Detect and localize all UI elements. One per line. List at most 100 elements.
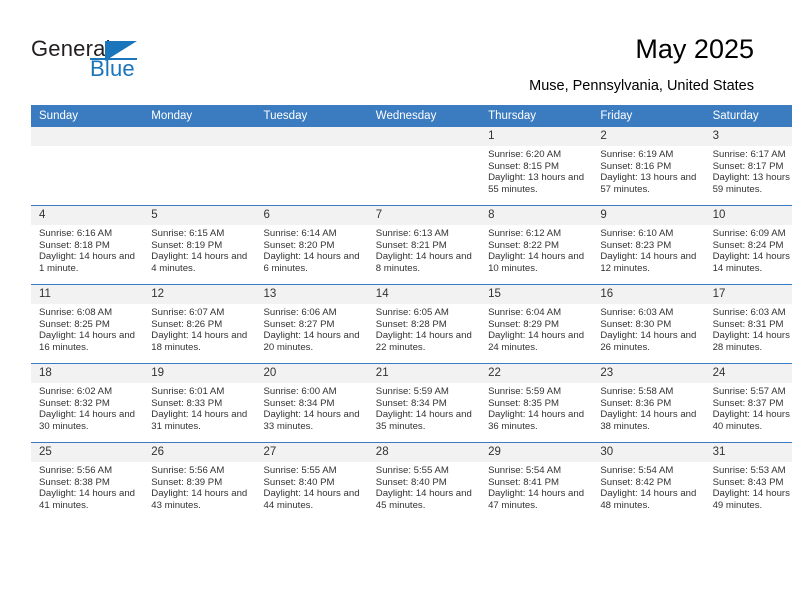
calendar-day-cell[interactable]: 26 Sunrise: 5:56 AM Sunset: 8:39 PM Dayligh… [143,442,256,521]
sunrise-text: Sunrise: 5:53 AM [712,465,786,476]
sunset-text: Sunset: 8:34 PM [263,397,335,409]
sunrise-text: Sunrise: 6:16 AM [39,228,113,239]
calendar-day-cell[interactable]: 21 Sunrise: 5:59 AM Sunset: 8:34 PM Dayligh… [367,363,481,443]
calendar-day-cell[interactable]: 30 Sunrise: 5:54 AM Sunset: 8:42 PM Dayligh… [592,442,705,521]
page-subtitle: Muse, Pennsylvania, United States [529,78,754,94]
day-details: Sunrise: 6:02 AM Sunset: 8:32 PM Daylight:… [31,383,143,432]
weekday-header-sunday: Sunday [31,105,144,127]
calendar-day-cell[interactable]: 1 Sunrise: 6:20 AM Sunset: 8:15 PM Daylight… [480,127,593,206]
sunrise-text: Sunrise: 6:09 AM [712,228,786,239]
calendar-day-cell[interactable]: 11 Sunrise: 6:08 AM Sunset: 8:25 PM Dayligh… [31,284,144,364]
calendar-day-cell[interactable]: 2 Sunrise: 6:19 AM Sunset: 8:16 PM Daylight… [592,127,705,206]
calendar-week-row: 18 Sunrise: 6:02 AM Sunset: 8:32 PM Dayligh… [31,363,792,443]
daylight-text: Daylight: 14 hours and 1 minute. [39,251,135,274]
calendar-head: Sunday Monday Tuesday Wednesday Thursday Frid… [31,105,792,127]
calendar-day-cell[interactable]: 23 Sunrise: 5:58 AM Sunset: 8:36 PM Dayligh… [592,363,705,443]
calendar-body: 1 Sunrise: 6:20 AM Sunset: 8:15 PM Daylight… [31,127,792,521]
calendar-day-cell-empty [31,127,144,206]
sunset-text: Sunset: 8:27 PM [263,318,335,330]
calendar-day-cell[interactable]: 19 Sunrise: 6:01 AM Sunset: 8:33 PM Dayligh… [143,363,256,443]
sunrise-text: Sunrise: 6:19 AM [600,149,674,160]
day-number: 26 [143,443,256,462]
calendar-day-cell[interactable]: 12 Sunrise: 6:07 AM Sunset: 8:26 PM Dayligh… [143,284,256,364]
calendar-day-cell[interactable]: 4 Sunrise: 6:16 AM Sunset: 8:18 PM Daylight… [31,205,144,285]
sunset-text: Sunset: 8:21 PM [375,239,447,251]
calendar-day-cell[interactable]: 13 Sunrise: 6:06 AM Sunset: 8:27 PM Dayligh… [255,284,368,364]
sunrise-text: Sunrise: 5:54 AM [600,465,674,476]
calendar-day-cell[interactable]: 18 Sunrise: 6:02 AM Sunset: 8:32 PM Dayligh… [31,363,144,443]
day-number: 1 [480,127,593,146]
sunset-text: Sunset: 8:25 PM [39,318,110,330]
calendar-day-cell[interactable]: 9 Sunrise: 6:10 AM Sunset: 8:23 PM Daylight… [592,205,705,285]
day-number: 13 [255,285,368,304]
day-number: 5 [143,206,256,225]
day-details: Sunrise: 5:56 AM Sunset: 8:39 PM Daylight:… [143,462,255,511]
sunset-text: Sunset: 8:28 PM [375,318,447,330]
page-title: May 2025 [635,34,754,64]
calendar-day-cell-empty [143,127,256,206]
calendar-day-cell[interactable]: 28 Sunrise: 5:55 AM Sunset: 8:40 PM Dayligh… [367,442,481,521]
sunrise-text: Sunrise: 6:03 AM [600,307,674,318]
day-details: Sunrise: 5:54 AM Sunset: 8:42 PM Daylight:… [592,462,704,511]
day-number: 23 [592,364,705,383]
day-number: 28 [367,443,481,462]
day-details: Sunrise: 5:55 AM Sunset: 8:40 PM Daylight:… [256,462,368,511]
daylight-text: Daylight: 14 hours and 48 minutes. [600,488,697,511]
calendar-day-cell[interactable]: 14 Sunrise: 6:05 AM Sunset: 8:28 PM Dayligh… [367,284,481,364]
day-number: 4 [31,206,144,225]
sunset-text: Sunset: 8:15 PM [488,160,559,172]
calendar-day-cell[interactable]: 22 Sunrise: 5:59 AM Sunset: 8:35 PM Dayligh… [480,363,593,443]
calendar-day-cell[interactable]: 8 Sunrise: 6:12 AM Sunset: 8:22 PM Daylight… [480,205,593,285]
sunset-text: Sunset: 8:29 PM [488,318,559,330]
day-number: 8 [480,206,593,225]
daylight-text: Daylight: 14 hours and 14 minutes. [712,251,792,274]
calendar-day-cell[interactable]: 3 Sunrise: 6:17 AM Sunset: 8:17 PM Daylight… [704,127,792,206]
day-number: 30 [592,443,705,462]
day-number: 20 [255,364,368,383]
day-number: 25 [31,443,144,462]
day-details: Sunrise: 6:06 AM Sunset: 8:27 PM Daylight:… [256,304,368,353]
day-details: Sunrise: 6:09 AM Sunset: 8:24 PM Daylight:… [705,225,792,274]
calendar-day-cell[interactable]: 29 Sunrise: 5:54 AM Sunset: 8:41 PM Dayligh… [480,442,593,521]
calendar-day-cell[interactable]: 17 Sunrise: 6:03 AM Sunset: 8:31 PM Dayligh… [704,284,792,364]
sunset-text: Sunset: 8:31 PM [712,318,784,330]
daylight-text: Daylight: 14 hours and 6 minutes. [263,251,360,274]
sunrise-text: Sunrise: 6:01 AM [151,386,225,397]
calendar-day-cell[interactable]: 5 Sunrise: 6:15 AM Sunset: 8:19 PM Daylight… [143,205,256,285]
day-details: Sunrise: 5:57 AM Sunset: 8:37 PM Daylight:… [705,383,792,432]
daylight-text: Daylight: 14 hours and 36 minutes. [488,409,585,432]
calendar-day-cell[interactable]: 7 Sunrise: 6:13 AM Sunset: 8:21 PM Daylight… [367,205,481,285]
daylight-text: Daylight: 14 hours and 18 minutes. [151,330,248,353]
daylight-text: Daylight: 14 hours and 33 minutes. [263,409,360,432]
sunset-text: Sunset: 8:35 PM [488,397,559,409]
daylight-text: Daylight: 14 hours and 10 minutes. [488,251,585,274]
day-details: Sunrise: 6:05 AM Sunset: 8:28 PM Daylight:… [368,304,480,353]
day-number: 19 [143,364,256,383]
day-details: Sunrise: 6:08 AM Sunset: 8:25 PM Daylight:… [31,304,143,353]
weekday-header-saturday: Saturday [704,105,792,127]
day-details: Sunrise: 6:13 AM Sunset: 8:21 PM Daylight:… [368,225,480,274]
day-details: Sunrise: 5:59 AM Sunset: 8:35 PM Daylight:… [480,383,592,432]
sunrise-text: Sunrise: 5:55 AM [375,465,449,476]
sunset-text: Sunset: 8:42 PM [600,476,672,488]
calendar-day-cell[interactable]: 27 Sunrise: 5:55 AM Sunset: 8:40 PM Dayligh… [255,442,368,521]
brand-logo[interactable]: General Blue [31,36,211,86]
calendar-day-cell[interactable]: 6 Sunrise: 6:14 AM Sunset: 8:20 PM Daylight… [255,205,368,285]
calendar-day-cell[interactable]: 16 Sunrise: 6:03 AM Sunset: 8:30 PM Dayligh… [592,284,705,364]
sunset-text: Sunset: 8:43 PM [712,476,784,488]
daylight-text: Daylight: 14 hours and 38 minutes. [600,409,697,432]
day-details: Sunrise: 6:12 AM Sunset: 8:22 PM Daylight:… [480,225,592,274]
sunrise-text: Sunrise: 6:07 AM [151,307,225,318]
day-number: 24 [704,364,792,383]
calendar-day-cell[interactable]: 10 Sunrise: 6:09 AM Sunset: 8:24 PM Dayligh… [704,205,792,285]
calendar-day-cell[interactable]: 31 Sunrise: 5:53 AM Sunset: 8:43 PM Dayligh… [704,442,792,521]
weekday-header-row: Sunday Monday Tuesday Wednesday Thursday Frid… [31,105,792,127]
calendar-day-cell[interactable]: 20 Sunrise: 6:00 AM Sunset: 8:34 PM Dayligh… [255,363,368,443]
sunset-text: Sunset: 8:40 PM [263,476,335,488]
calendar-day-cell[interactable]: 24 Sunrise: 5:57 AM Sunset: 8:37 PM Dayligh… [704,363,792,443]
calendar-day-cell[interactable]: 25 Sunrise: 5:56 AM Sunset: 8:38 PM Dayligh… [31,442,144,521]
sunrise-text: Sunrise: 6:02 AM [39,386,113,397]
calendar-day-cell-empty [255,127,368,206]
calendar-day-cell[interactable]: 15 Sunrise: 6:04 AM Sunset: 8:29 PM Dayligh… [480,284,593,364]
day-details: Sunrise: 5:54 AM Sunset: 8:41 PM Daylight:… [480,462,592,511]
